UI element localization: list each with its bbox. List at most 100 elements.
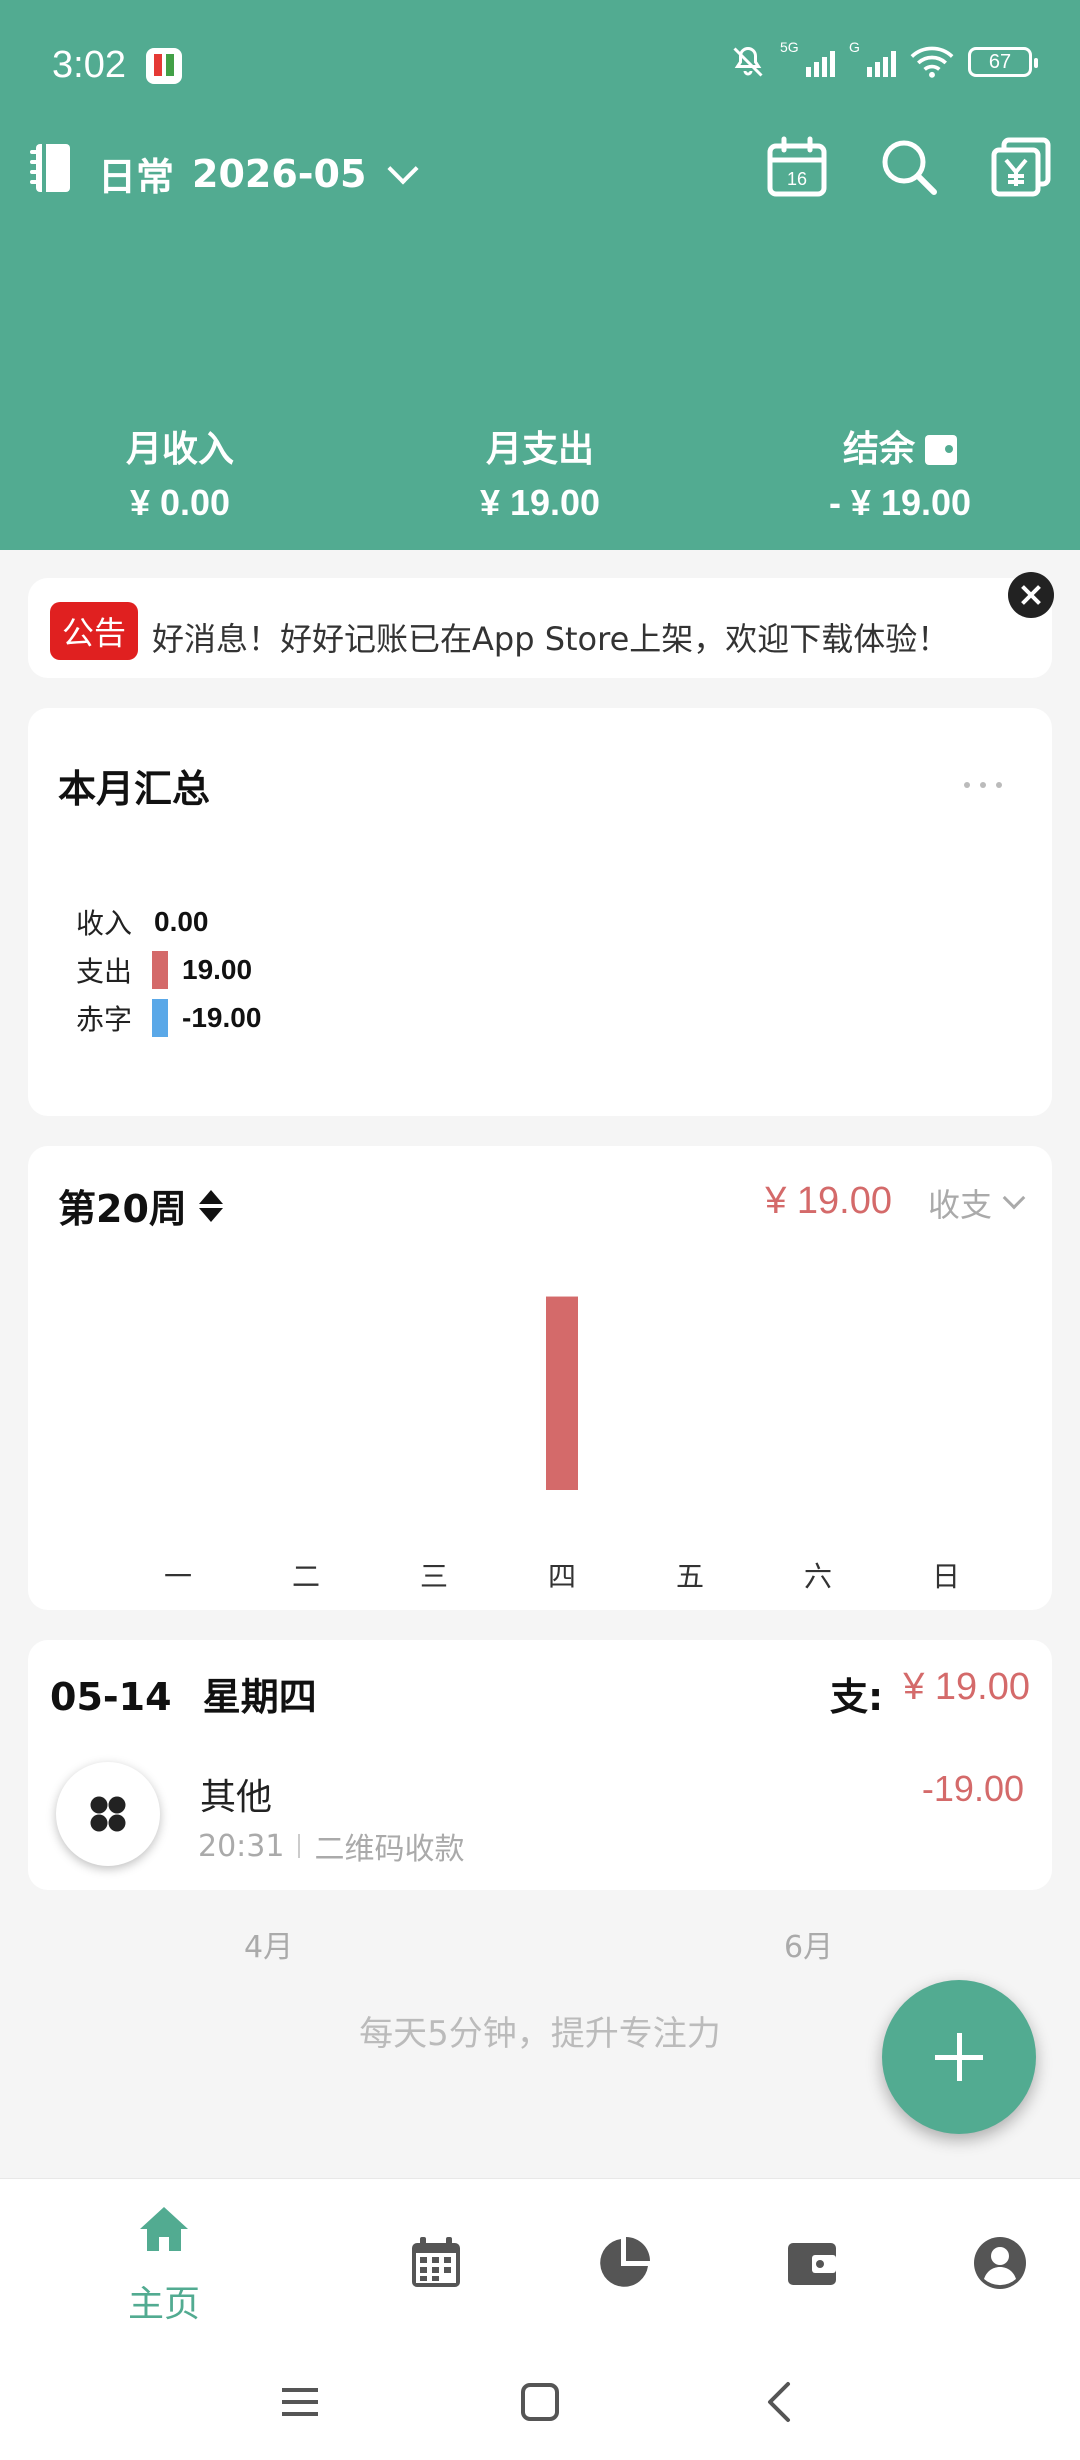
week-selector[interactable]: 第20周	[58, 1178, 223, 1233]
day-total: 支: ¥ 19.00	[830, 1666, 1030, 1721]
summary-rows: 收入 0.00 支出 19.00 赤字 -19.00	[76, 898, 261, 1042]
home-icon	[140, 2207, 188, 2251]
transaction-meta: 20:31 二维码收款	[198, 1824, 464, 1868]
search-button[interactable]	[878, 136, 940, 198]
expense-value: ¥ 19.00	[479, 482, 601, 523]
signal-5g-icon: 5G	[780, 39, 835, 77]
notification-app-icon	[146, 48, 182, 84]
status-icons: 5G G 67	[730, 39, 1038, 80]
monthly-summary-title: 本月汇总	[58, 767, 211, 811]
book-name: 日常	[98, 155, 175, 199]
transaction-time: 20:31	[198, 1828, 285, 1864]
weekly-chart-card: 第20周 ¥ 19.00 收支 一 二 三 四 五 六 日	[28, 1146, 1052, 1610]
calendar-icon	[412, 2237, 460, 2287]
chart-x-tick-label: 四	[548, 1560, 576, 1593]
wallet-icon	[925, 435, 957, 465]
network-type-1: 5G	[780, 39, 799, 55]
week-total: ¥ 19.00	[765, 1180, 892, 1222]
chevron-down-icon	[1002, 1186, 1026, 1210]
balance-value: - ¥ 19.00	[828, 482, 972, 523]
tab-home-label: 主页	[127, 2284, 200, 2325]
back-icon[interactable]	[750, 2372, 810, 2432]
day-record-card: 05-14 星期四 支: ¥ 19.00 其他 20:31 二维码收款 -19.…	[28, 1640, 1052, 1890]
summary-row: 支出 19.00	[76, 946, 261, 994]
day-weekday: 星期四	[202, 1675, 317, 1719]
week-label: 第20周	[58, 1187, 187, 1231]
monthly-summary-card: 本月汇总 收入 0.00 支出 19.00 赤字 -19.00	[28, 708, 1052, 1116]
close-icon[interactable]	[1008, 572, 1054, 618]
month-summary-header: 月收入 ¥ 0.00 月支出 ¥ 19.00 结余 - ¥ 19.00	[0, 420, 1080, 524]
sort-arrows-icon	[198, 1189, 223, 1222]
summary-row-value: 19.00	[182, 954, 253, 985]
chart-bar[interactable]	[546, 1296, 578, 1490]
chart-x-tick-label: 一	[164, 1560, 192, 1593]
header: 3:02 5G G 67 日常 2026-05 16 月收入 ¥ 0.00 月支…	[0, 0, 1080, 550]
notice-badge: 公告	[50, 602, 139, 660]
menu-icon[interactable]	[270, 2372, 330, 2432]
period-label: 2026-05	[192, 151, 367, 196]
network-type-2: G	[849, 39, 860, 55]
chart-x-tick-label: 五	[676, 1560, 704, 1593]
balance-label: 结余	[842, 429, 915, 470]
profile-icon	[974, 2237, 1026, 2289]
type-filter-dropdown[interactable]: 收支	[927, 1180, 1026, 1226]
book-period-selector[interactable]: 日常 2026-05	[98, 146, 419, 201]
status-bar: 3:02 5G G 67	[0, 0, 1080, 130]
balance-label-row: 结余	[720, 420, 1080, 472]
notice-banner[interactable]: 公告 好消息！好好记账已在App Store上架，欢迎下载体验！	[28, 572, 1054, 678]
weekly-bar-chart: 一二三四五六日	[164, 1296, 960, 1593]
notice-text: 好消息！好好记账已在App Store上架，欢迎下载体验！	[152, 620, 950, 658]
category-icon-wrapper	[56, 1762, 160, 1866]
day-total-value: ¥ 19.00	[903, 1666, 1030, 1708]
bills-button[interactable]	[990, 136, 1052, 198]
transaction-category: 其他	[200, 1777, 273, 1818]
wallet-icon	[788, 2243, 836, 2285]
next-month-link[interactable]: 6月	[784, 1922, 833, 1966]
monthly-expense: 月支出 ¥ 19.00	[360, 420, 720, 524]
topbar: 日常 2026-05 16	[0, 130, 1080, 210]
mute-bell-icon	[733, 46, 763, 77]
monthly-balance[interactable]: 结余 - ¥ 19.00	[720, 420, 1080, 524]
calendar-button[interactable]: 16	[766, 136, 828, 198]
summary-row-value: -19.00	[182, 1002, 262, 1033]
summary-row-label: 赤字	[76, 1003, 133, 1036]
ledger-book-icon[interactable]	[28, 142, 74, 194]
income-value: ¥ 0.00	[129, 482, 231, 523]
summary-row-label: 收入	[76, 907, 133, 940]
chart-x-tick-label: 六	[804, 1560, 832, 1593]
more-icon[interactable]	[964, 782, 1002, 788]
wifi-icon	[910, 46, 954, 78]
chevron-down-icon	[387, 152, 419, 185]
type-filter-label: 收支	[927, 1186, 992, 1224]
transaction-note: 二维码收款	[314, 1832, 465, 1867]
monthly-income: 月收入 ¥ 0.00	[0, 420, 360, 524]
tab-home[interactable]: 主页	[94, 2179, 234, 2349]
signal-g-icon: G	[849, 39, 896, 77]
calendar-day: 16	[787, 169, 807, 189]
home-square-icon[interactable]	[510, 2372, 570, 2432]
summary-row-label: 支出	[76, 955, 133, 988]
summary-row-value: 0.00	[154, 906, 209, 937]
system-nav-bar	[0, 2348, 1080, 2460]
summary-row-bar	[152, 951, 168, 989]
battery-icon: 67	[968, 47, 1038, 77]
day-total-label: 支:	[830, 1675, 884, 1719]
income-label: 月收入	[125, 429, 234, 470]
day-date: 05-14 星期四	[50, 1666, 317, 1721]
summary-row: 收入 0.00	[76, 898, 261, 946]
expense-label: 月支出	[485, 429, 594, 470]
pie-chart-icon	[600, 2237, 650, 2287]
prev-month-link[interactable]: 4月	[244, 1922, 293, 1966]
chart-x-tick-label: 三	[420, 1560, 448, 1593]
transaction-amount: -19.00	[921, 1768, 1024, 1809]
summary-row-bar	[152, 999, 168, 1037]
day-date-value: 05-14	[50, 1675, 172, 1719]
bottom-nav: 主页	[0, 2178, 1080, 2348]
chart-x-tick-label: 日	[932, 1560, 960, 1593]
summary-row: 赤字 -19.00	[76, 994, 261, 1042]
status-time: 3:02	[52, 44, 126, 86]
clover-icon	[90, 1796, 126, 1832]
divider	[298, 1834, 301, 1858]
chart-x-tick-label: 二	[292, 1560, 320, 1593]
add-record-button[interactable]	[882, 1980, 1036, 2134]
